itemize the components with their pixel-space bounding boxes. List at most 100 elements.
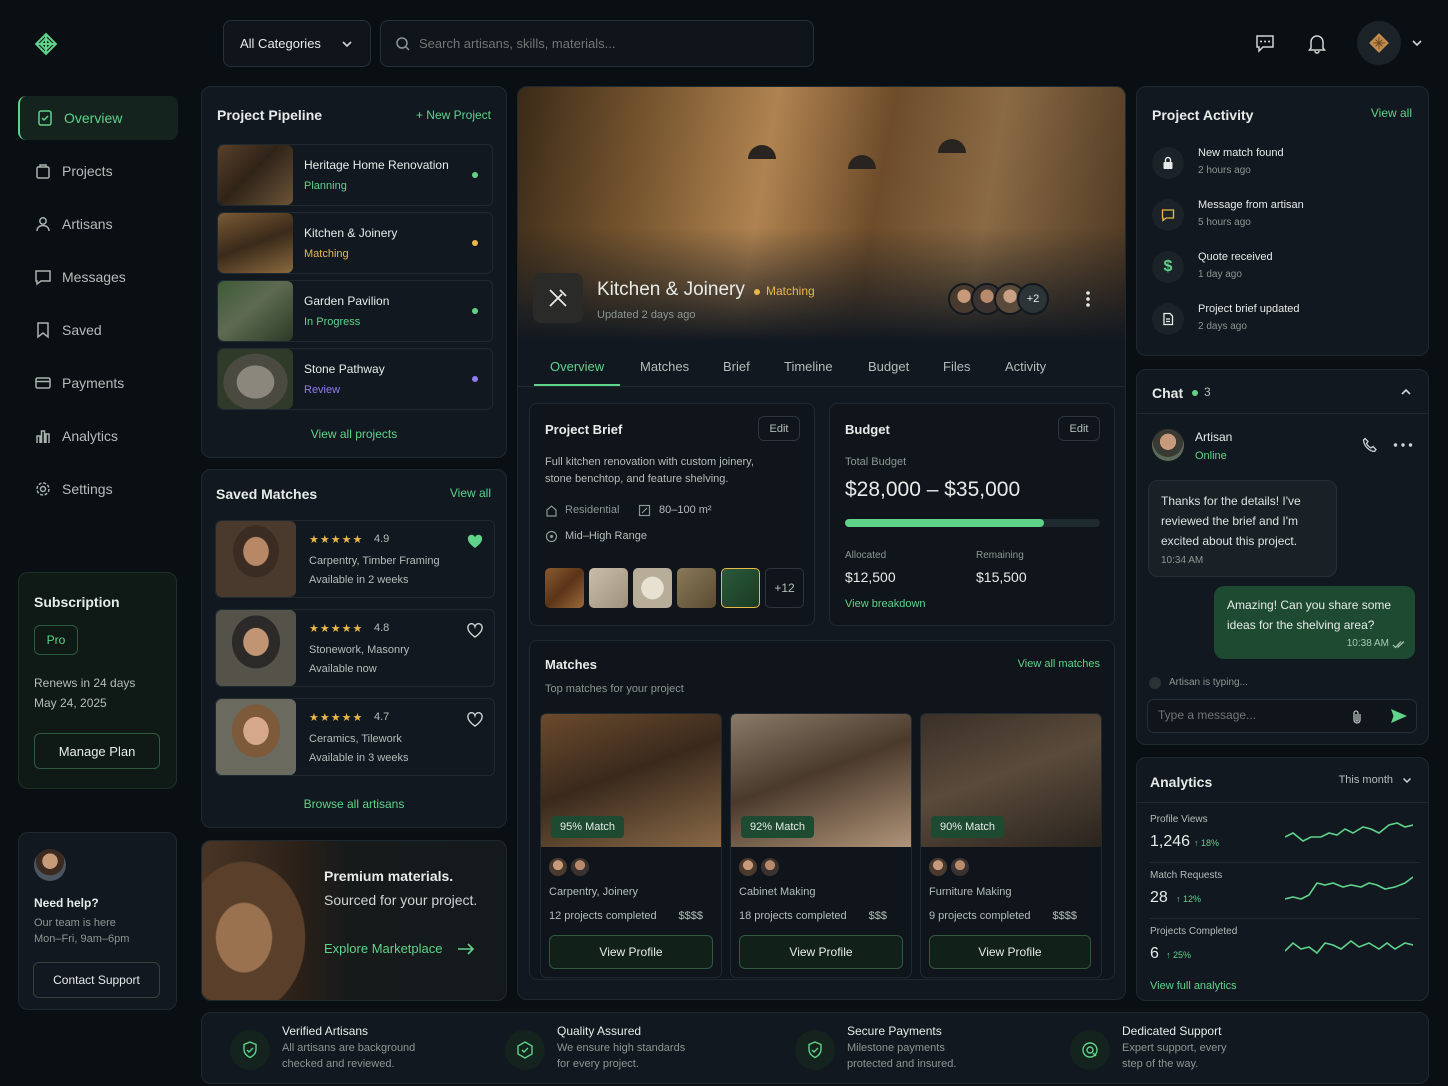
send-icon[interactable] <box>1390 708 1408 724</box>
sidebar-item-projects[interactable]: Projects <box>18 149 178 193</box>
sidebar-item-payments[interactable]: Payments <box>18 361 178 405</box>
tab-activity[interactable]: Activity <box>1005 359 1046 374</box>
artisan-photo <box>216 521 296 597</box>
subscription-card: Subscription Pro Renews in 24 days May 2… <box>18 572 177 789</box>
tab-timeline[interactable]: Timeline <box>784 359 833 374</box>
brief-range: Mid–High Range <box>565 530 647 542</box>
full-analytics-link[interactable]: View full analytics <box>1150 980 1237 992</box>
explore-marketplace-link[interactable]: Explore Marketplace <box>324 941 475 956</box>
view-profile-button[interactable]: View Profile <box>739 935 903 969</box>
list-item[interactable]: ★★★★★ 4.7 Ceramics, Tilework Available i… <box>215 698 495 776</box>
list-item[interactable]: Heritage Home Renovation Planning <box>217 144 493 206</box>
paperclip-icon[interactable] <box>1350 709 1364 725</box>
secure-shield-icon <box>795 1030 835 1070</box>
list-item[interactable]: Garden Pavilion In Progress <box>217 280 493 342</box>
chat-contact-name: Artisan <box>1195 430 1233 444</box>
help-title: Need help? <box>34 896 99 910</box>
match-badge: 92% Match <box>741 816 815 838</box>
sidebar-item-settings[interactable]: Settings <box>18 467 178 511</box>
view-breakdown-link[interactable]: View breakdown <box>845 598 926 610</box>
heart-outline-icon[interactable] <box>466 711 484 729</box>
metric-delta: ↑ 25% <box>1166 950 1192 960</box>
project-status: Planning <box>304 180 347 192</box>
artisan-availability: Available in 3 weeks <box>309 752 409 764</box>
list-item[interactable]: Stone Pathway Review <box>217 348 493 410</box>
heart-filled-icon[interactable] <box>466 533 484 551</box>
artisan-skills: Ceramics, Tilework <box>309 733 402 745</box>
brief-edit-button[interactable]: Edit <box>758 416 800 441</box>
message-composer[interactable] <box>1147 699 1417 733</box>
tab-overview[interactable]: Overview <box>550 359 604 374</box>
activity-item[interactable]: $ Quote received 1 day ago <box>1152 247 1414 291</box>
craft-image <box>202 841 322 1000</box>
more-materials-count[interactable]: +12 <box>765 568 804 608</box>
sidebar-item-analytics[interactable]: Analytics <box>18 414 178 458</box>
view-all-projects-link[interactable]: View all projects <box>202 427 506 441</box>
renewal-text: Renews in 24 days <box>34 676 136 690</box>
activity-item[interactable]: Message from artisan 5 hours ago <box>1152 195 1414 239</box>
category-select[interactable]: All Categories <box>223 20 371 67</box>
price-level: $$$ <box>868 910 887 922</box>
chevron-down-icon[interactable] <box>1410 36 1424 50</box>
more-options-icon[interactable] <box>1084 289 1092 309</box>
star-rating-icon: ★★★★★ <box>309 534 364 546</box>
quality-badge-icon <box>505 1030 545 1070</box>
feature-item: Verified Artisans All artisans are backg… <box>230 1013 490 1085</box>
project-updated: Updated 2 days ago <box>597 309 696 321</box>
view-profile-button[interactable]: View Profile <box>929 935 1091 969</box>
phone-icon[interactable] <box>1361 436 1379 454</box>
view-profile-button[interactable]: View Profile <box>549 935 713 969</box>
feature-line2: protected and insured. <box>847 1058 957 1070</box>
browse-artisans-link[interactable]: Browse all artisans <box>202 797 506 811</box>
brief-area: 80–100 m² <box>659 504 712 516</box>
heart-outline-icon[interactable] <box>466 622 484 640</box>
activity-view-all-link[interactable]: View all <box>1371 106 1412 120</box>
saved-view-all-link[interactable]: View all <box>450 486 491 500</box>
material-swatch[interactable] <box>721 568 760 608</box>
sidebar-item-saved[interactable]: Saved <box>18 308 178 352</box>
manage-plan-button[interactable]: Manage Plan <box>34 733 160 769</box>
artisan-skills: Carpentry, Timber Framing <box>309 555 440 567</box>
material-swatch[interactable] <box>545 568 584 608</box>
search-bar[interactable] <box>380 20 814 67</box>
status-dot <box>472 308 478 314</box>
activity-item[interactable]: Project brief updated 2 days ago <box>1152 299 1414 343</box>
tab-files[interactable]: Files <box>943 359 970 374</box>
search-input[interactable] <box>419 36 799 51</box>
tab-budget[interactable]: Budget <box>868 359 909 374</box>
material-swatch[interactable] <box>633 568 672 608</box>
new-project-button[interactable]: + New Project <box>416 108 491 122</box>
typing-indicator: Artisan is typing... <box>1169 677 1248 688</box>
more-options-icon[interactable] <box>1393 443 1413 447</box>
tab-brief[interactable]: Brief <box>723 359 750 374</box>
contact-support-button[interactable]: Contact Support <box>33 962 160 998</box>
match-card[interactable]: 92% Match Cabinet Making 18 projects com… <box>730 713 912 978</box>
match-card[interactable]: 95% Match Carpentry, Joinery 12 projects… <box>540 713 722 978</box>
chat-icon[interactable] <box>1254 32 1276 54</box>
match-card[interactable]: 90% Match Furniture Making 9 projects co… <box>920 713 1102 978</box>
promo-title: Premium materials. <box>324 868 454 884</box>
list-item[interactable]: Kitchen & Joinery Matching <box>217 212 493 274</box>
sidebar-item-messages[interactable]: Messages <box>18 255 178 299</box>
message-text: Amazing! Can you share some ideas for th… <box>1227 598 1392 632</box>
period-select[interactable]: This month <box>1339 774 1413 786</box>
material-swatch[interactable] <box>589 568 628 608</box>
material-swatch[interactable] <box>677 568 716 608</box>
avatar <box>549 858 567 876</box>
sidebar-item-artisans[interactable]: Artisans <box>18 202 178 246</box>
chat-header[interactable]: Chat 3 <box>1137 370 1428 414</box>
logo[interactable] <box>30 28 62 60</box>
tab-matches[interactable]: Matches <box>640 359 689 374</box>
user-avatar[interactable] <box>1357 21 1401 65</box>
sidebar-item-overview[interactable]: Overview <box>18 96 178 140</box>
message-input[interactable] <box>1158 708 1338 722</box>
avatar <box>929 858 947 876</box>
bell-icon[interactable] <box>1306 32 1328 54</box>
matches-view-all-link[interactable]: View all matches <box>1018 658 1100 670</box>
list-item[interactable]: ★★★★★ 4.9 Carpentry, Timber Framing Avai… <box>215 520 495 598</box>
chevron-up-icon[interactable] <box>1399 385 1413 399</box>
list-item[interactable]: ★★★★★ 4.8 Stonework, Masonry Available n… <box>215 609 495 687</box>
activity-item[interactable]: New match found 2 hours ago <box>1152 143 1414 187</box>
extra-avatars-count: +2 <box>1017 283 1049 315</box>
budget-edit-button[interactable]: Edit <box>1058 416 1100 441</box>
